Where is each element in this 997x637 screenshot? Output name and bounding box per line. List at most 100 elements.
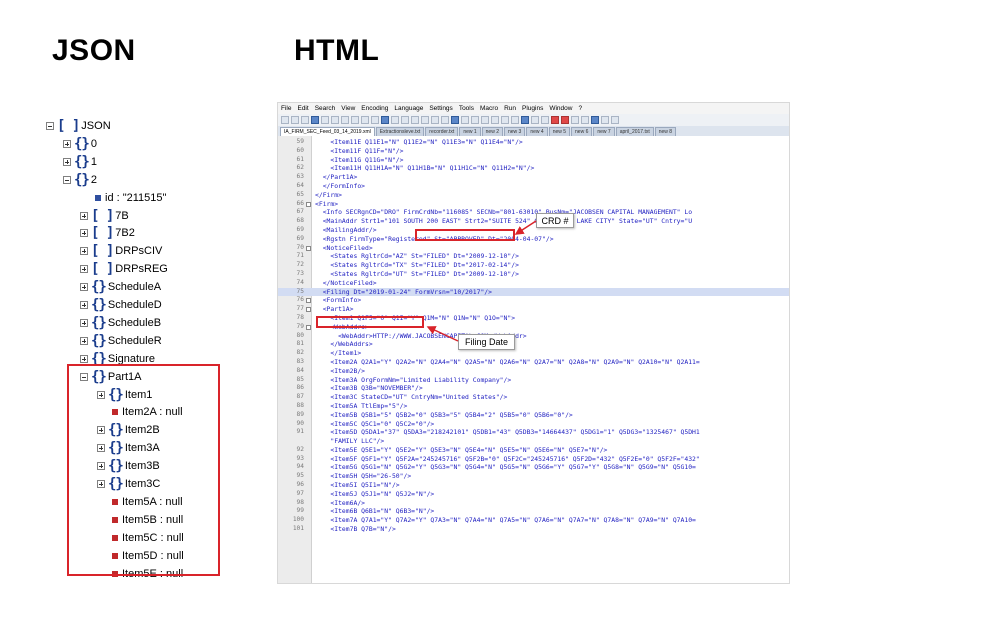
- tree-node[interactable]: Item5D : null: [111, 548, 184, 564]
- menu-item[interactable]: Macro: [480, 105, 498, 112]
- toolbar-button-icon[interactable]: [321, 116, 329, 124]
- toolbar-button-icon[interactable]: [441, 116, 449, 124]
- file-tab[interactable]: new 4: [526, 127, 548, 136]
- expand-icon[interactable]: [80, 318, 88, 327]
- expand-icon[interactable]: [97, 444, 105, 453]
- fold-toggle-icon[interactable]: [306, 245, 311, 251]
- toolbar-button-icon[interactable]: [531, 116, 539, 124]
- tree-node[interactable]: {} Item2B: [97, 422, 160, 438]
- expand-icon[interactable]: [97, 390, 105, 399]
- tree-node[interactable]: Item5A : null: [111, 494, 183, 510]
- toolbar-button-icon[interactable]: [601, 116, 609, 124]
- toolbar-button-icon[interactable]: [471, 116, 479, 124]
- expand-icon[interactable]: [80, 211, 88, 220]
- toolbar-button-icon[interactable]: [431, 116, 439, 124]
- tree-node[interactable]: {} Signature: [80, 351, 155, 367]
- expand-icon[interactable]: [80, 336, 88, 345]
- toolbar-button-icon[interactable]: [281, 116, 289, 124]
- expand-icon[interactable]: [97, 480, 105, 488]
- expand-icon[interactable]: [63, 139, 71, 148]
- toolbar-button-icon[interactable]: [411, 116, 419, 124]
- tree-node[interactable]: {} Item3C: [97, 476, 160, 492]
- file-tab[interactable]: IA_FIRM_SEC_Feed_03_14_2019.xml: [280, 127, 375, 136]
- expand-icon[interactable]: [63, 157, 71, 166]
- tree-node[interactable]: [ ] JSON: [46, 118, 111, 134]
- collapse-icon[interactable]: [80, 372, 88, 381]
- toolbar-button-icon[interactable]: [541, 116, 549, 124]
- toolbar-button-icon[interactable]: [511, 116, 519, 124]
- tree-node[interactable]: {} 2: [63, 172, 97, 188]
- tree-node[interactable]: Item5C : null: [111, 530, 184, 546]
- file-tab[interactable]: april_2017.txt: [615, 127, 654, 136]
- toolbar-button-icon[interactable]: [351, 116, 359, 124]
- file-tab[interactable]: recorder.txt: [425, 127, 459, 136]
- toolbar-button-icon[interactable]: [291, 116, 299, 124]
- toolbar-button-icon[interactable]: [401, 116, 409, 124]
- tree-node[interactable]: {} Item1: [97, 387, 152, 403]
- tree-node[interactable]: Item2A : null: [111, 404, 183, 420]
- expand-icon[interactable]: [80, 301, 88, 309]
- menu-item[interactable]: View: [341, 105, 355, 112]
- file-tab[interactable]: new 1: [459, 127, 481, 136]
- menu-item[interactable]: Settings: [429, 105, 453, 112]
- toolbar-button-icon[interactable]: [391, 116, 399, 124]
- file-tab[interactable]: new 6: [571, 127, 593, 136]
- expand-icon[interactable]: [80, 283, 88, 292]
- toolbar-button-icon[interactable]: [481, 116, 489, 124]
- code-area[interactable]: 59 <Item11E Q11E1="N" Q11E2="N" Q11E3="N…: [278, 136, 789, 583]
- tree-node[interactable]: {} ScheduleR: [80, 333, 162, 349]
- toolbar-button-icon[interactable]: [301, 116, 309, 124]
- menu-item[interactable]: Window: [549, 105, 572, 112]
- tree-node[interactable]: [ ] DRPsREG: [80, 261, 168, 277]
- toolbar-button-icon[interactable]: [451, 116, 459, 124]
- menu-item[interactable]: Language: [394, 105, 423, 112]
- menu-item[interactable]: Plugins: [522, 105, 543, 112]
- expand-icon[interactable]: [80, 247, 88, 256]
- file-tab[interactable]: new 3: [504, 127, 526, 136]
- fold-toggle-icon[interactable]: [306, 307, 311, 313]
- toolbar-button-icon[interactable]: [611, 116, 619, 124]
- toolbar-button-icon[interactable]: [521, 116, 529, 124]
- fold-toggle-icon[interactable]: [306, 201, 311, 207]
- menu-item[interactable]: Edit: [297, 105, 308, 112]
- menu-item[interactable]: Encoding: [361, 105, 388, 112]
- file-tab[interactable]: new 8: [654, 127, 677, 136]
- tree-node[interactable]: {} Item3B: [97, 458, 160, 474]
- tree-node[interactable]: [ ] DRPsCIV: [80, 243, 162, 259]
- toolbar-button-icon[interactable]: [381, 116, 389, 124]
- expand-icon[interactable]: [80, 229, 88, 238]
- expand-icon[interactable]: [97, 426, 105, 435]
- tree-node[interactable]: id : "211515": [94, 190, 166, 206]
- file-tab[interactable]: Extractionsleve.txt: [375, 127, 425, 136]
- collapse-icon[interactable]: [63, 175, 71, 184]
- menu-item[interactable]: Tools: [459, 105, 474, 112]
- tree-node[interactable]: {} ScheduleD: [80, 297, 162, 313]
- toolbar-button-icon[interactable]: [361, 116, 369, 124]
- fold-toggle-icon[interactable]: [306, 324, 311, 330]
- menu-item[interactable]: Search: [315, 105, 336, 112]
- expand-icon[interactable]: [97, 462, 105, 471]
- tree-node[interactable]: {} 1: [63, 154, 97, 170]
- tree-node[interactable]: [ ] 7B: [80, 208, 129, 224]
- toolbar-button-icon[interactable]: [571, 116, 579, 124]
- json-tree-view[interactable]: [ ] JSON {} 0 {} 1 {} 2 id : "211515" [ ] 7B[ ] 7B2…: [46, 118, 231, 578]
- menu-item[interactable]: ?: [578, 105, 582, 112]
- toolbar-button-icon[interactable]: [491, 116, 499, 124]
- tree-node[interactable]: {} ScheduleA: [80, 279, 161, 295]
- tree-node[interactable]: {} Item3A: [97, 440, 160, 456]
- toolbar-button-icon[interactable]: [331, 116, 339, 124]
- menu-item[interactable]: Run: [504, 105, 516, 112]
- toolbar-button-icon[interactable]: [591, 116, 599, 124]
- toolbar-button-icon[interactable]: [311, 116, 319, 124]
- file-tab[interactable]: new 7: [593, 127, 615, 136]
- fold-toggle-icon[interactable]: [306, 298, 311, 304]
- file-tab[interactable]: new 5: [548, 127, 571, 136]
- collapse-icon[interactable]: [46, 122, 54, 130]
- toolbar-button-icon[interactable]: [421, 116, 429, 124]
- expand-icon[interactable]: [80, 265, 88, 274]
- tree-node[interactable]: {} 0: [63, 136, 97, 152]
- tree-node[interactable]: Item5B : null: [111, 512, 183, 528]
- tree-node[interactable]: [ ] 7B2: [80, 225, 135, 241]
- toolbar-button-icon[interactable]: [341, 116, 349, 124]
- toolbar-button-icon[interactable]: [371, 116, 379, 124]
